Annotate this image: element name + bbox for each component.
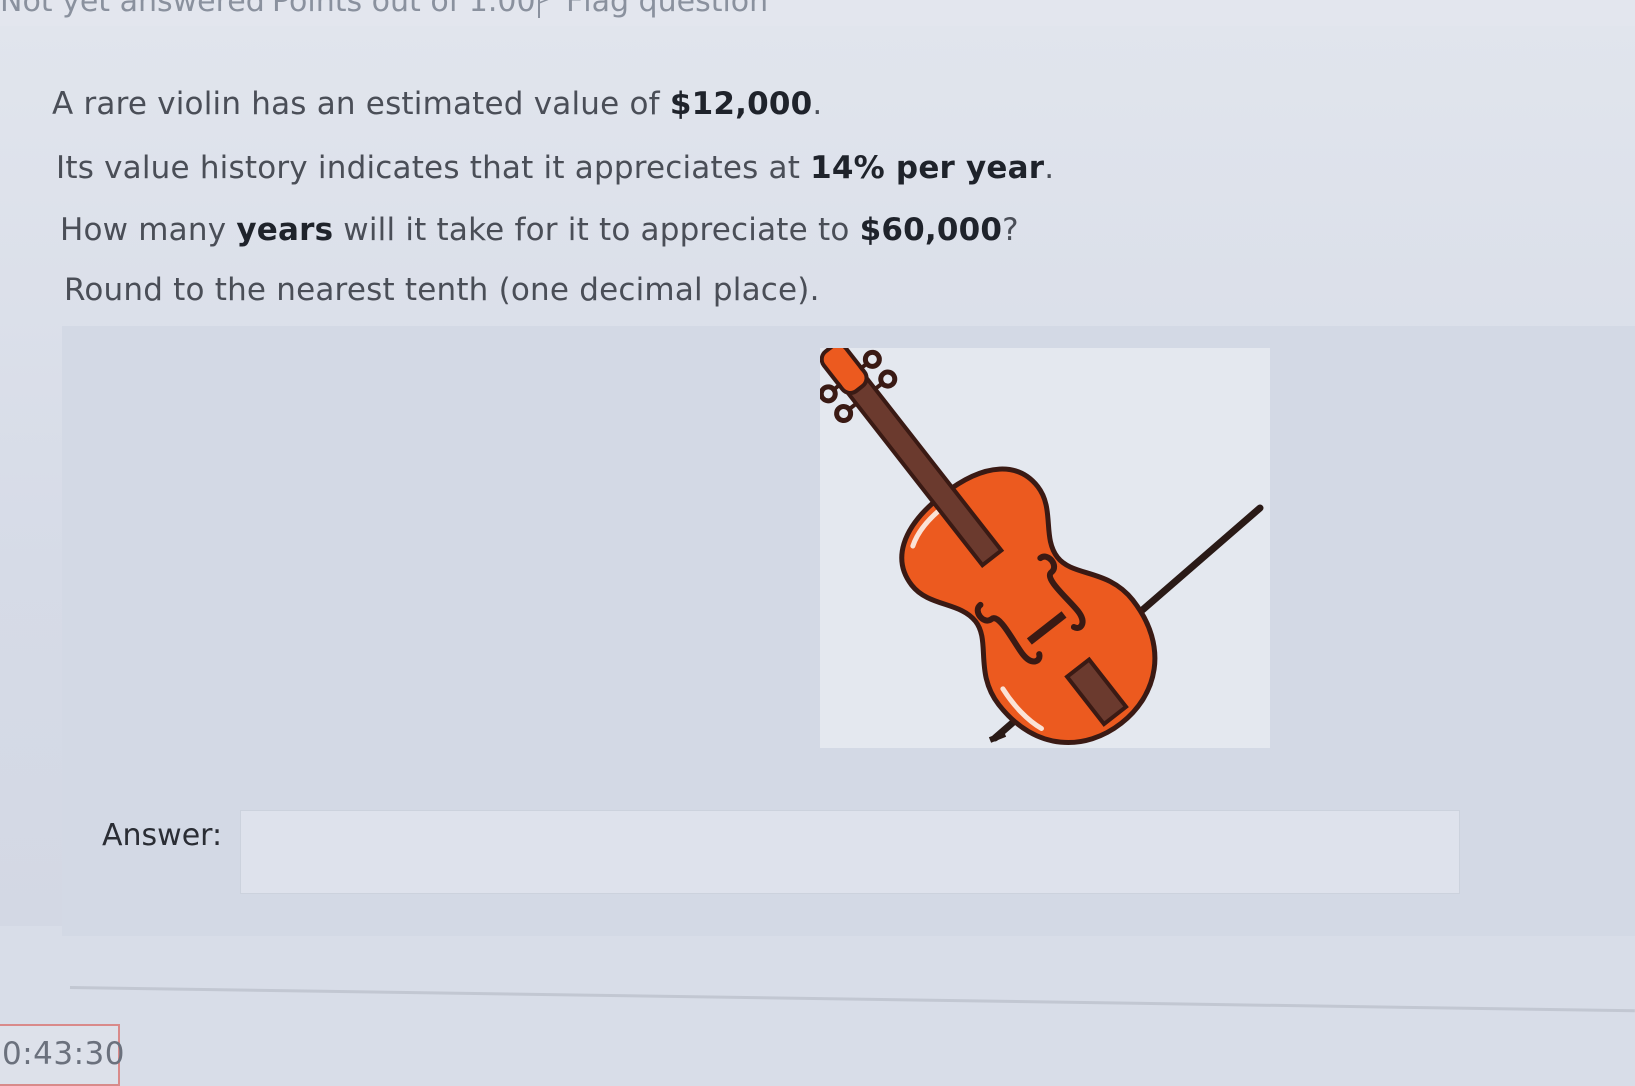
section-divider [69,986,1635,1013]
flag-icon[interactable] [536,0,550,18]
answer-input[interactable] [240,810,1460,894]
question-points: Points out of 1.00 [272,0,536,19]
question-line-1: A rare violin has an estimated value of … [52,86,823,122]
question-info-bar: Not yet answered Points out of 1.00 Flag… [0,0,1635,26]
question-line-4: Round to the nearest tenth (one decimal … [64,272,820,308]
question-line-3: How many years will it take for it to ap… [60,212,1019,248]
violin-image [820,348,1270,748]
question-line-2: Its value history indicates that it appr… [56,150,1055,186]
question-panel: A rare violin has an estimated value of … [0,26,1635,936]
violin-icon [820,348,1264,745]
quiz-timer: 0:43:30 [0,1024,125,1086]
question-status: Not yet answered [0,0,265,19]
flag-question-link[interactable]: Flag question [566,0,768,19]
answer-label: Answer: [102,818,223,853]
